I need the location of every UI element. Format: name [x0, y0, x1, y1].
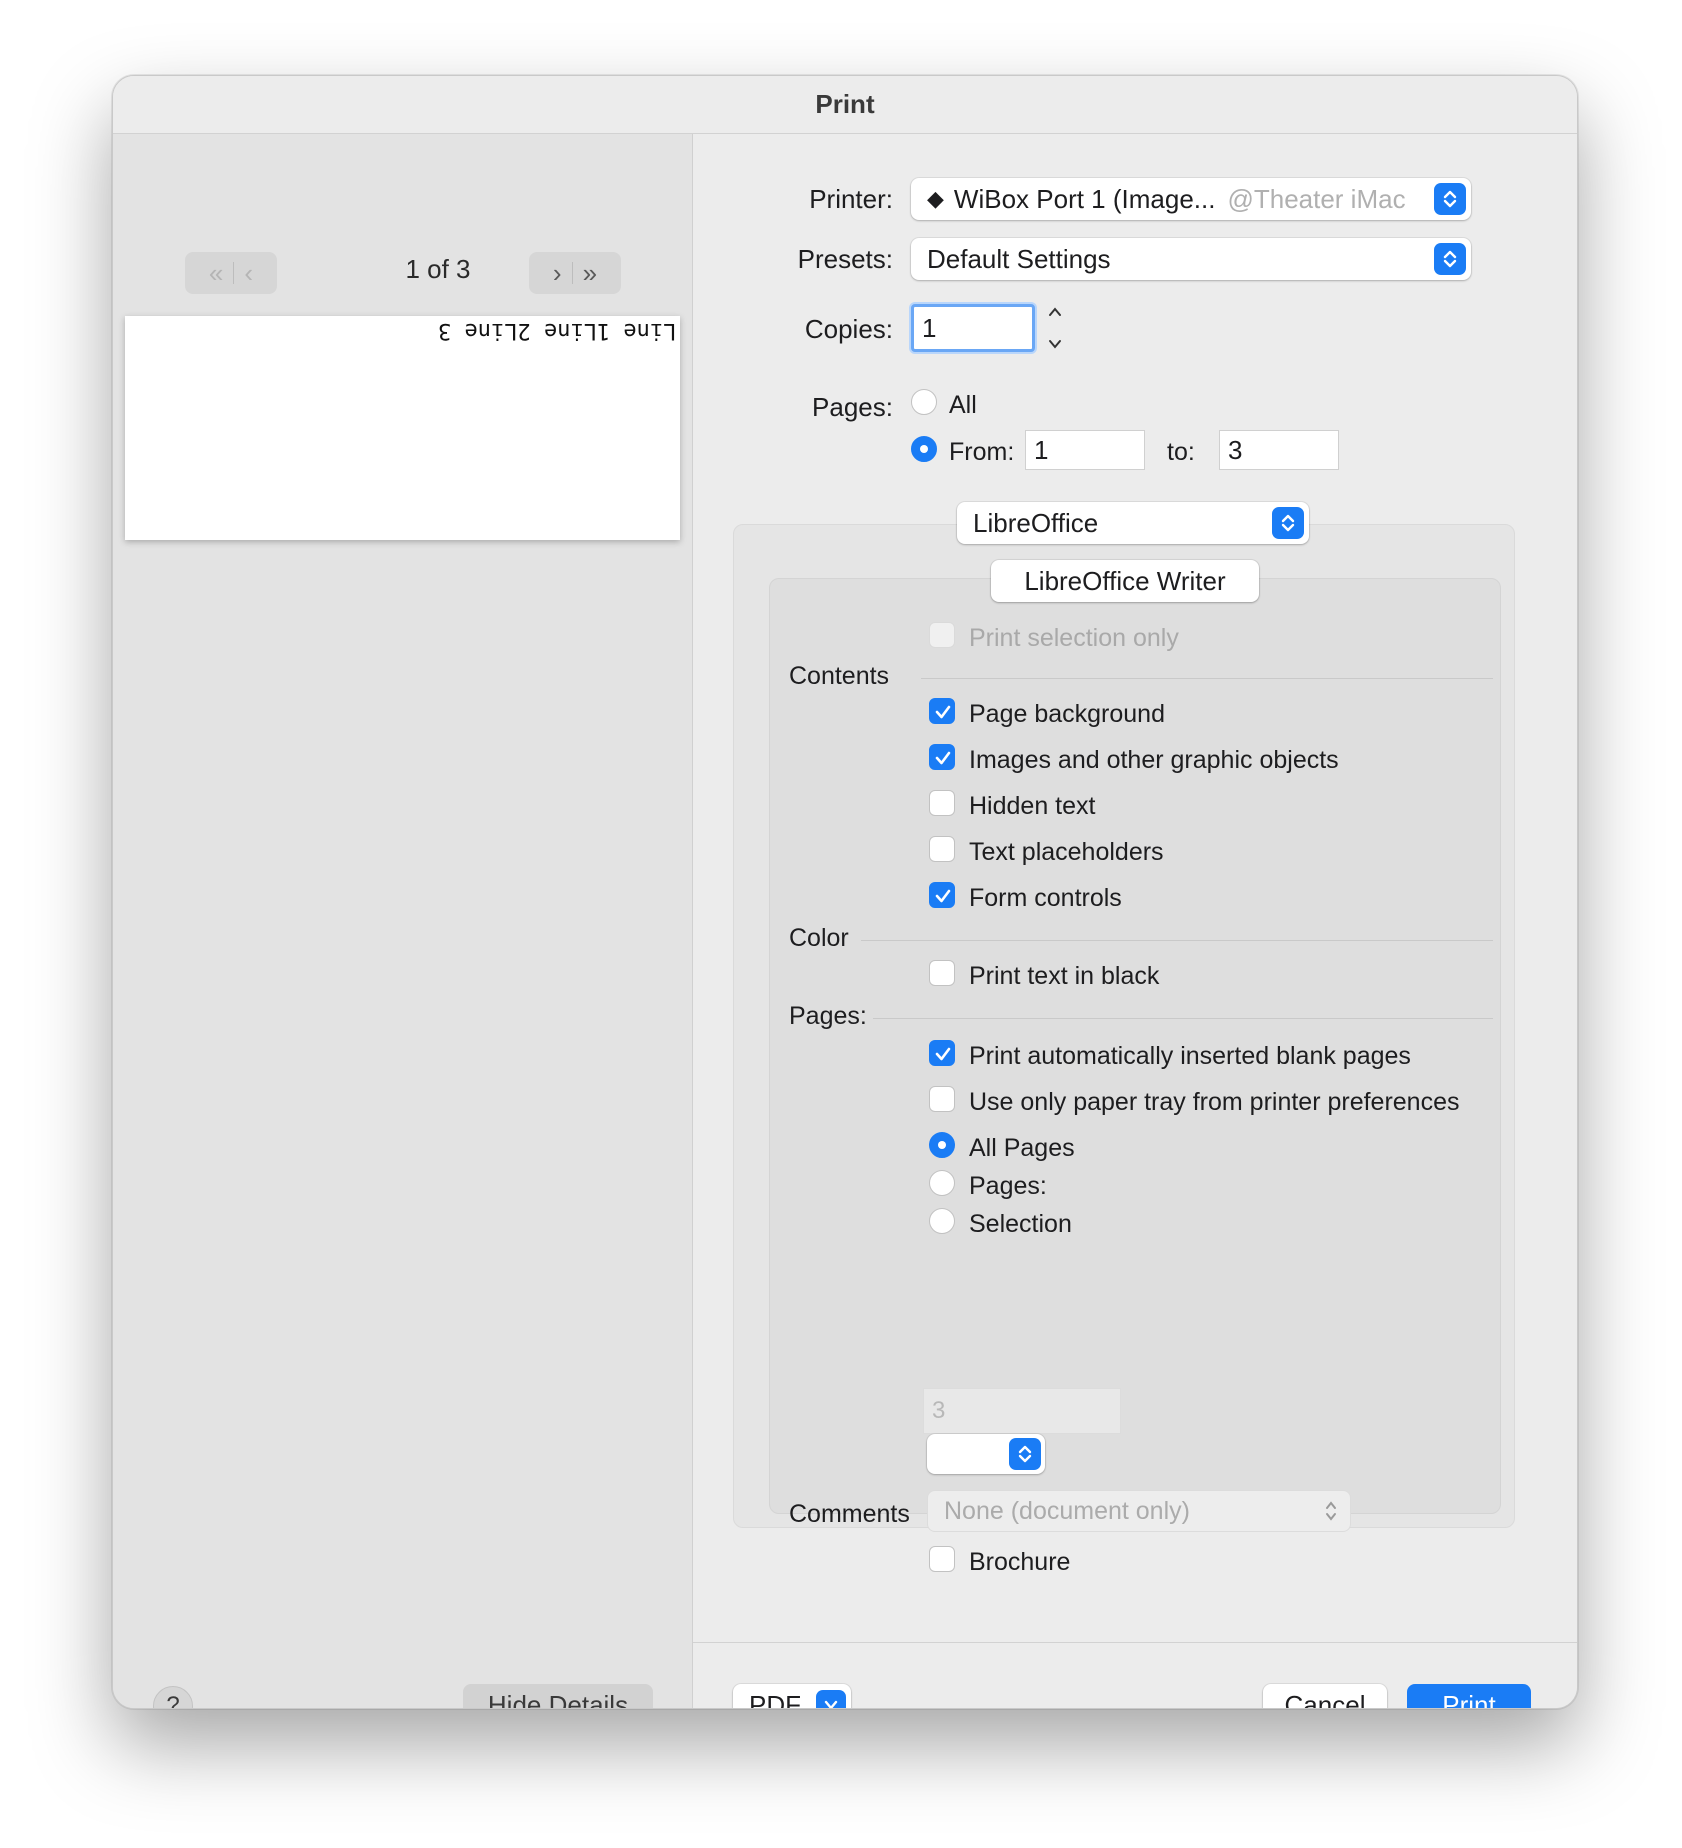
chevron-up-icon[interactable] — [1048, 306, 1062, 318]
pages-mode-popup[interactable] — [927, 1434, 1045, 1474]
selection-label: Selection — [969, 1210, 1072, 1238]
pages-divider — [873, 1018, 1493, 1019]
contents-divider — [921, 678, 1493, 679]
diamond-printer-icon: ◆ — [927, 186, 944, 211]
next-last-page-buttons: › » — [529, 252, 621, 294]
dialog-title: Print — [113, 76, 1577, 134]
first-page-icon[interactable]: « — [209, 258, 223, 289]
checkmark-icon — [935, 751, 951, 765]
hidden-text-checkbox[interactable] — [929, 790, 955, 816]
printer-popup[interactable]: ◆ WiBox Port 1 (Image... @Theater iMac — [911, 178, 1471, 220]
hide-details-button[interactable]: Hide Details — [463, 1684, 653, 1708]
chevron-down-icon — [816, 1690, 846, 1708]
images-graphics-checkbox[interactable] — [929, 744, 955, 770]
first-prev-page-buttons: « ‹ — [185, 252, 277, 294]
page-background-label: Page background — [969, 700, 1165, 728]
footer-divider — [693, 1642, 1577, 1643]
brochure-label: Brochure — [969, 1548, 1071, 1576]
blank-pages-checkbox[interactable] — [929, 1040, 955, 1066]
last-page-icon[interactable]: » — [583, 258, 597, 289]
pages-range-label: Pages: — [812, 392, 893, 422]
pages-all-radio[interactable] — [911, 389, 937, 415]
previous-page-icon[interactable]: ‹ — [244, 258, 253, 289]
up-down-arrows-icon — [1009, 1438, 1041, 1470]
chevron-down-icon[interactable] — [1048, 338, 1062, 350]
presets-popup[interactable]: Default Settings — [911, 238, 1471, 280]
print-dialog: Print « ‹ 1 of 3 › » Line 1Line 2Line 3 … — [112, 75, 1578, 1709]
help-button[interactable]: ? — [153, 1686, 193, 1708]
all-pages-label: All Pages — [969, 1134, 1075, 1162]
settings-pane: Printer: ◆ WiBox Port 1 (Image... @Theat… — [693, 134, 1577, 1708]
print-text-black-label: Print text in black — [969, 962, 1160, 990]
tab-libreoffice-writer[interactable]: LibreOffice Writer — [991, 560, 1259, 602]
pages-from-field[interactable]: 1 — [1025, 430, 1145, 470]
selection-radio[interactable] — [929, 1208, 955, 1234]
hidden-text-label: Hidden text — [969, 792, 1096, 820]
page-preview: Line 1Line 2Line 3 — [125, 316, 680, 540]
text-placeholders-label: Text placeholders — [969, 838, 1164, 866]
comments-popup[interactable]: None (document only) — [927, 1490, 1351, 1532]
pages-to-field[interactable]: 3 — [1219, 430, 1339, 470]
up-down-arrows-icon — [1272, 507, 1304, 539]
paper-tray-label: Use only paper tray from printer prefere… — [969, 1088, 1460, 1116]
comments-value: None (document only) — [944, 1496, 1190, 1525]
pages-radio-label: Pages: — [969, 1172, 1047, 1200]
print-text-black-checkbox[interactable] — [929, 960, 955, 986]
print-selection-only-checkbox[interactable] — [929, 622, 955, 648]
form-controls-checkbox[interactable] — [929, 882, 955, 908]
presets-value: Default Settings — [927, 243, 1111, 274]
contents-heading: Contents — [789, 662, 890, 690]
page-background-checkbox[interactable] — [929, 698, 955, 724]
color-divider — [861, 940, 1493, 941]
paper-tray-checkbox[interactable] — [929, 1086, 955, 1112]
comments-label: Comments — [789, 1500, 910, 1528]
pages-from-radio[interactable] — [911, 436, 937, 462]
pages-radio[interactable] — [929, 1170, 955, 1196]
images-graphics-label: Images and other graphic objects — [969, 746, 1339, 774]
printer-name: WiBox Port 1 (Image... — [953, 183, 1216, 214]
copies-stepper[interactable] — [1043, 306, 1067, 350]
app-options-popup[interactable]: LibreOffice — [957, 502, 1309, 544]
pdf-menu-button[interactable]: PDF — [733, 1684, 851, 1709]
printer-label: Printer: — [809, 184, 893, 214]
pages-from-label: From: — [949, 438, 1015, 466]
blank-pages-label: Print automatically inserted blank pages — [969, 1042, 1411, 1070]
pdf-label: PDF — [749, 1689, 801, 1709]
copies-field[interactable]: 1 — [911, 304, 1035, 352]
checkmark-icon — [935, 889, 951, 903]
page-indicator: 1 of 3 — [405, 254, 471, 284]
up-down-chevron-icon — [1326, 1501, 1336, 1521]
text-placeholders-checkbox[interactable] — [929, 836, 955, 862]
app-options-value: LibreOffice — [973, 507, 1099, 538]
pages-heading: Pages: — [789, 1002, 867, 1030]
checkmark-icon — [935, 1047, 951, 1061]
next-page-icon[interactable]: › — [553, 258, 562, 289]
up-down-arrows-icon — [1434, 183, 1466, 215]
form-controls-label: Form controls — [969, 884, 1122, 912]
pages-to-label: to: — [1167, 438, 1195, 466]
nav-divider — [233, 262, 235, 284]
brochure-checkbox[interactable] — [929, 1546, 955, 1572]
preview-pane: « ‹ 1 of 3 › » Line 1Line 2Line 3 ? Hide… — [113, 134, 693, 1708]
print-selection-only-label: Print selection only — [969, 624, 1179, 652]
print-button[interactable]: Print — [1407, 1684, 1531, 1708]
pages-range-field[interactable]: 3 — [923, 1388, 1121, 1434]
preview-page-text: Line 1Line 2Line 3 — [437, 318, 676, 343]
checkmark-icon — [935, 705, 951, 719]
cancel-button[interactable]: Cancel — [1263, 1684, 1387, 1708]
copies-label: Copies: — [804, 314, 893, 344]
presets-label: Presets: — [797, 244, 893, 274]
printer-host: @Theater iMac — [1227, 183, 1406, 214]
all-pages-radio[interactable] — [929, 1132, 955, 1158]
color-heading: Color — [789, 924, 849, 952]
pages-all-label: All — [949, 391, 977, 419]
up-down-arrows-icon — [1434, 243, 1466, 275]
nav-divider — [571, 262, 573, 284]
